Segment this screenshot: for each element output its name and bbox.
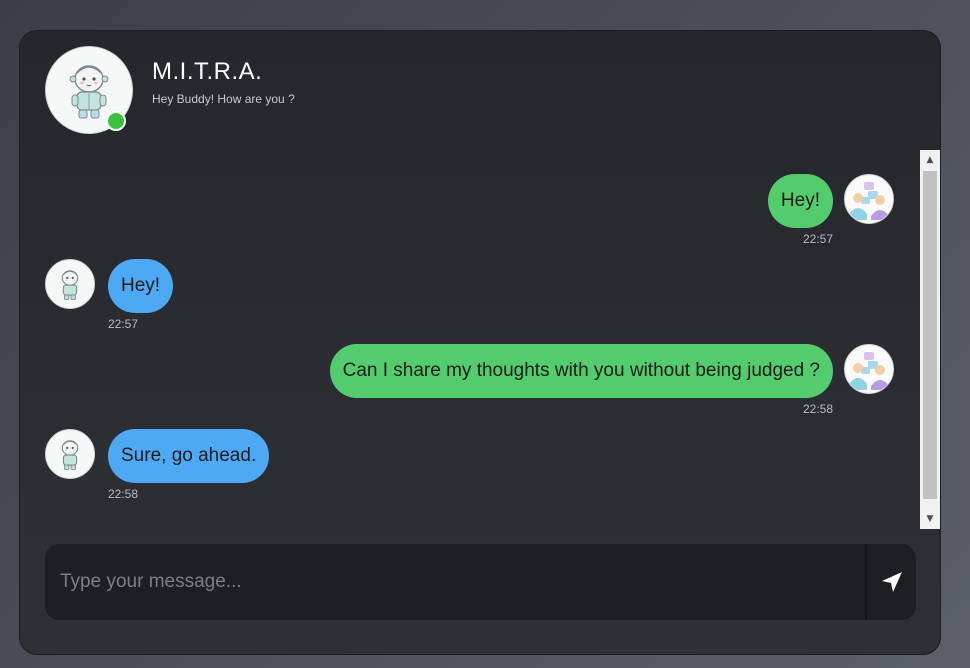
scroll-down-arrow-icon[interactable]: ▼ — [920, 509, 940, 529]
message-list[interactable]: Hey! 22:57 Hey! 22:57 Can I share my tho… — [20, 149, 920, 529]
user-avatar — [844, 344, 894, 394]
chat-subtitle: Hey Buddy! How are you ? — [152, 92, 295, 106]
message-row-bot: Hey! 22:57 — [20, 234, 920, 331]
message-row-user: Hey! 22:57 — [20, 149, 920, 246]
chat-title: M.I.T.R.A. — [152, 58, 263, 85]
bot-message-bubble: Hey! — [108, 259, 174, 313]
user-message-bubble: Hey! — [767, 174, 833, 228]
chat-window: M.I.T.R.A. Hey Buddy! How are you ? Hey!… — [19, 30, 941, 655]
message-row-user: Can I share my thoughts with you without… — [20, 319, 920, 416]
user-message-bubble: Can I share my thoughts with you without… — [329, 344, 833, 398]
message-composer — [45, 544, 916, 620]
online-status-indicator — [106, 111, 126, 131]
bot-avatar — [45, 429, 95, 479]
message-row-bot: Sure, go ahead. 22:58 — [20, 404, 920, 501]
chat-header: M.I.T.R.A. Hey Buddy! How are you ? — [20, 31, 940, 151]
bot-message-bubble: Sure, go ahead. — [108, 429, 270, 483]
send-button[interactable] — [867, 544, 916, 620]
scroll-up-arrow-icon[interactable]: ▲ — [920, 150, 940, 170]
baby-robot-icon — [61, 440, 79, 470]
people-chat-icon — [846, 346, 892, 392]
message-input[interactable] — [45, 544, 865, 620]
user-avatar — [844, 174, 894, 224]
message-scrollbar[interactable]: ▲ ▼ — [920, 150, 940, 529]
paper-plane-icon — [881, 572, 902, 592]
baby-robot-icon — [61, 270, 79, 300]
scrollbar-thumb[interactable] — [923, 171, 937, 499]
message-timestamp: 22:58 — [108, 487, 139, 501]
people-chat-icon — [846, 176, 892, 222]
bot-avatar — [45, 259, 95, 309]
